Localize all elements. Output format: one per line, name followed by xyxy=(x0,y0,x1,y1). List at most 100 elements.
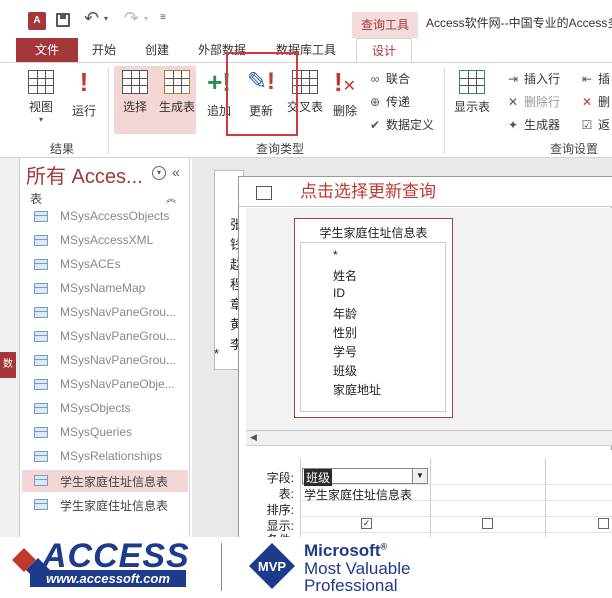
access-app-icon[interactable]: A xyxy=(28,12,46,30)
save-icon[interactable] xyxy=(56,13,70,27)
new-record-marker: * xyxy=(214,346,220,361)
group-label-results: 结果 xyxy=(50,142,75,156)
grid-label-table: 表: xyxy=(278,487,294,501)
chevron-down-icon[interactable]: ▼ xyxy=(412,469,427,483)
nav-menu-dropdown-icon[interactable]: ▾ xyxy=(152,166,166,180)
builder-wand-icon: ✦ xyxy=(507,118,519,132)
data-definition-button[interactable]: ✔ 数据定义 xyxy=(368,116,434,133)
undo-dropdown-icon[interactable]: ▾ xyxy=(104,14,108,23)
mvp-line-3: Professional xyxy=(304,576,398,595)
insert-rows-icon: ⇥ xyxy=(507,72,519,86)
grid-row-line xyxy=(300,532,612,533)
return-button[interactable]: ☑ 返 xyxy=(580,116,610,133)
show-table-icon xyxy=(459,70,485,94)
table-icon xyxy=(34,427,48,438)
group-label-query-setup: 查询设置 xyxy=(550,142,599,156)
tab-design[interactable]: 设计 xyxy=(356,38,412,64)
delete-rows-button[interactable]: ✕ 删除行 xyxy=(506,93,560,110)
left-edge-strip xyxy=(0,158,20,598)
make-table-icon xyxy=(164,70,190,94)
return-icon: ☑ xyxy=(581,118,593,132)
table-icon xyxy=(34,499,48,510)
run-icon: ! xyxy=(79,67,89,97)
select-query-button[interactable]: 选择 xyxy=(118,70,152,115)
table-icon xyxy=(34,355,48,366)
table-icon xyxy=(34,259,48,270)
table-icon xyxy=(34,211,48,222)
nav-item[interactable]: 学生家庭住址信息表 xyxy=(22,494,188,516)
show-checkbox-checked[interactable]: ✓ xyxy=(361,518,372,529)
globe-icon: ⊕ xyxy=(369,95,381,109)
nav-item[interactable]: MSysRelationships xyxy=(22,446,188,468)
redo-icon[interactable]: ↷ xyxy=(124,8,139,29)
mvp-badge-text: MVP xyxy=(258,559,287,574)
insert-rows-button[interactable]: ⇥ 插入行 xyxy=(506,70,560,87)
make-table-button[interactable]: 生成表 xyxy=(156,70,198,115)
nav-item[interactable]: MSysNavPaneGrou... xyxy=(22,302,188,324)
chevron-up-icon[interactable]: ︽ xyxy=(166,190,176,205)
annotation-highlight-box xyxy=(226,52,298,136)
nav-item[interactable]: MSysACEs xyxy=(22,254,188,276)
union-icon: ∞ xyxy=(370,72,380,86)
insert-columns-button[interactable]: ⇤ 插 xyxy=(580,70,610,87)
nav-item[interactable]: MSysAccessObjects xyxy=(22,206,188,228)
scroll-left-arrow-icon[interactable]: ◀ xyxy=(250,432,257,443)
field-list-title: 学生家庭住址信息表 xyxy=(319,226,428,240)
show-checkbox[interactable] xyxy=(482,518,493,529)
field-list-item[interactable]: 学号 xyxy=(333,343,357,360)
grid-row-line xyxy=(300,516,612,517)
grid-label-field: 字段: xyxy=(266,471,294,485)
nav-item[interactable]: MSysNavPaneGrou... xyxy=(22,326,188,348)
instruction-annotation: 点击选择更新查询 xyxy=(300,182,436,201)
nav-collapse-icon[interactable]: « xyxy=(172,164,180,180)
field-select-value: 班级 xyxy=(304,469,333,486)
show-checkbox[interactable] xyxy=(598,518,609,529)
field-list-item[interactable]: 姓名 xyxy=(333,267,357,284)
field-list-item[interactable]: 家庭地址 xyxy=(333,381,381,398)
view-dropdown-icon: ▾ xyxy=(38,115,43,124)
run-button[interactable]: ! 运行 xyxy=(68,67,100,119)
union-button[interactable]: ∞ 联合 xyxy=(368,70,410,87)
table-icon xyxy=(34,403,48,414)
nav-item[interactable]: MSysQueries xyxy=(22,422,188,444)
delete-query-icon: !✕ xyxy=(333,67,357,97)
context-tab-query-tools: 查询工具 xyxy=(352,12,418,38)
grid-label-sort: 排序: xyxy=(266,503,294,517)
table-icon xyxy=(34,307,48,318)
nav-item-selected[interactable]: 学生家庭住址信息表 xyxy=(22,470,188,492)
table-cell-value[interactable]: 学生家庭住址信息表 xyxy=(304,486,412,503)
nav-item[interactable]: MSysNavPaneObje... xyxy=(22,374,188,396)
builder-button[interactable]: ✦ 生成器 xyxy=(506,116,560,133)
query-window-icon xyxy=(256,186,272,200)
tab-home[interactable]: 开始 xyxy=(92,41,116,58)
view-button[interactable]: 视图 ▾ xyxy=(24,70,58,124)
redo-dropdown-icon[interactable]: ▾ xyxy=(144,14,148,23)
nav-pane-title[interactable]: 所有 Acces... xyxy=(26,160,143,189)
horizontal-scrollbar[interactable] xyxy=(246,430,612,446)
field-list-item[interactable]: * xyxy=(333,248,338,262)
delete-query-button[interactable]: !✕ 删除 xyxy=(330,67,360,119)
nav-item[interactable]: MSysNameMap xyxy=(22,278,188,300)
field-list-item[interactable]: 性别 xyxy=(333,324,357,341)
microsoft-label: Microsoft® xyxy=(304,541,388,560)
table-icon xyxy=(34,451,48,462)
show-table-button[interactable]: 显示表 xyxy=(452,70,492,115)
passthrough-button[interactable]: ⊕ 传递 xyxy=(368,93,410,110)
delete-rows-icon: ✕ xyxy=(507,95,519,109)
table-icon xyxy=(34,235,48,246)
nav-item[interactable]: MSysNavPaneGrou... xyxy=(22,350,188,372)
field-list-item[interactable]: ID xyxy=(333,286,345,300)
undo-icon[interactable]: ↶ xyxy=(84,8,99,29)
field-list-item[interactable]: 年龄 xyxy=(333,305,357,322)
nav-group-tables[interactable]: 表 xyxy=(30,190,42,207)
field-list-item[interactable]: 班级 xyxy=(333,362,357,379)
tab-file[interactable]: 文件 xyxy=(16,38,78,62)
nav-item[interactable]: MSysAccessXML xyxy=(22,230,188,252)
mvp-badge-icon: MVP xyxy=(249,543,295,589)
left-edge-label: 数 xyxy=(0,352,16,378)
tab-create[interactable]: 创建 xyxy=(145,41,169,58)
delete-columns-button[interactable]: ✕ 删 xyxy=(580,93,610,110)
customize-qat-icon[interactable]: ≡ xyxy=(160,12,166,23)
nav-item[interactable]: MSysObjects xyxy=(22,398,188,420)
table-icon xyxy=(34,283,48,294)
